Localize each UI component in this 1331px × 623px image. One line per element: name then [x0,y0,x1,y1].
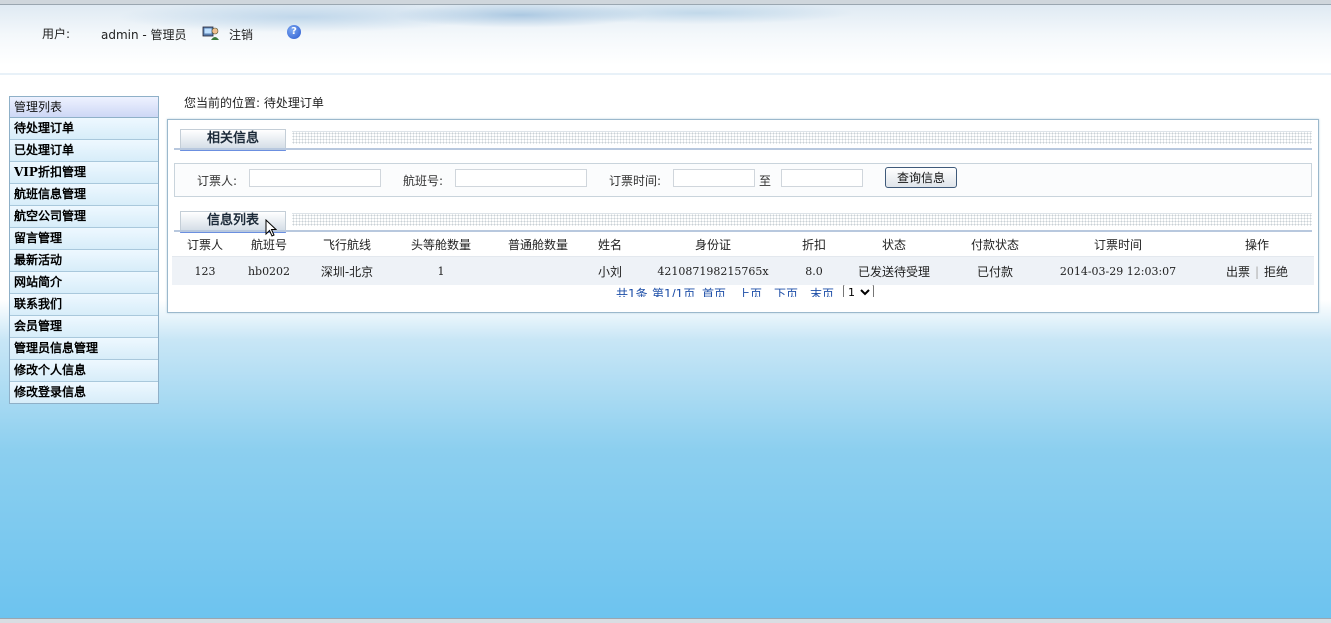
flight-label: 航班号: [403,174,444,188]
col-header: 普通舱数量 [507,237,568,252]
col-header: 飞行航线 [322,237,371,252]
time-to-input[interactable] [781,169,863,187]
col-header: 付款状态 [970,237,1019,252]
cell-route: 深圳-北京 [300,256,394,285]
sidebar-item-activities[interactable]: 最新活动 [10,250,158,272]
cell-actions: 出票 | 拒绝 [1200,256,1314,285]
cell-status: 已发送待受理 [834,256,954,285]
orders-table: 订票人 航班号 飞行航线 头等舱数量 普通舱数量 姓名 身份证 折扣 状态 付款… [172,232,1314,285]
cell-id-card: 421087198215765x [632,256,794,285]
cell-payment: 已付款 [954,256,1036,285]
time-from-input[interactable] [673,169,755,187]
table-header-row: 订票人 航班号 飞行航线 头等舱数量 普通舱数量 姓名 身份证 折扣 状态 付款… [172,232,1314,257]
sidebar-item-pending-orders[interactable]: 待处理订单 [10,118,158,140]
sidebar-item-members[interactable]: 会员管理 [10,316,158,338]
window-bottom-border [0,618,1331,623]
sidebar-item-messages[interactable]: 留言管理 [10,228,158,250]
time-label: 订票时间: [609,174,662,188]
logout-icon[interactable] [202,25,220,41]
pager-total: 共1条 [616,287,648,297]
sidebar-item-vip-discount[interactable]: VIP折扣管理 [10,162,158,184]
cell-discount: 8.0 [794,256,834,285]
booker-label: 订票人: [197,174,238,188]
sidebar-item-flight-info[interactable]: 航班信息管理 [10,184,158,206]
col-header: 订票人 [186,237,223,252]
sidebar-title: 管理列表 [10,97,158,118]
header-divider [0,73,1331,75]
search-section-header: 相关信息 [174,123,1312,151]
sidebar-item-airline[interactable]: 航空公司管理 [10,206,158,228]
pager-first[interactable]: 首页 [702,285,726,297]
help-icon[interactable]: ? [287,25,301,39]
action-separator: | [1254,264,1260,279]
page-header: 用户: admin - 管理员 注销 ? [0,5,1331,73]
main-panel: 相关信息 订票人: 航班号: 订票时间: 至 查询信息 信息列表 订票人 航班号… [167,119,1319,313]
table-row: 123 hb0202 深圳-北京 1 小刘 421087198215765x 8… [172,256,1314,285]
booker-input[interactable] [249,169,381,187]
col-header: 订票时间 [1093,237,1142,252]
section-underline [174,148,1312,150]
col-header: 折扣 [801,237,826,252]
user-name: admin - 管理员 [101,28,187,42]
sidebar-item-contact[interactable]: 联系我们 [10,294,158,316]
reject-link[interactable]: 拒绝 [1264,265,1288,279]
sidebar-item-admins[interactable]: 管理员信息管理 [10,338,158,360]
cell-flight: hb0202 [238,256,300,285]
col-header: 身份证 [694,237,731,252]
cell-name: 小刘 [588,256,632,285]
col-header: 操作 [1244,237,1269,252]
user-label: 用户: [42,27,71,41]
dotted-strip [292,131,1312,144]
logout-link[interactable]: 注销 [229,26,253,43]
pagination: 共1条 第1/1页 首页 上页 下页 末页 1 [616,285,1036,297]
pager-next[interactable]: 下页 [774,285,798,297]
list-section-header: 信息列表 [174,205,1312,233]
pager-prev[interactable]: 上页 [738,285,762,297]
col-header: 头等舱数量 [410,237,471,252]
page-select[interactable]: 1 [843,285,874,297]
sidebar-item-processed-orders[interactable]: 已处理订单 [10,140,158,162]
flight-input[interactable] [455,169,587,187]
pager-page-info: 第1/1页 [652,287,696,297]
cell-first-class: 1 [394,256,488,285]
cell-economy [488,256,588,285]
search-form: 订票人: 航班号: 订票时间: 至 查询信息 [174,163,1312,197]
cell-time: 2014-03-29 12:03:07 [1036,256,1200,285]
sidebar-item-edit-login[interactable]: 修改登录信息 [10,382,158,403]
search-button[interactable]: 查询信息 [885,167,957,188]
col-header: 航班号 [250,237,287,252]
col-header: 状态 [881,237,906,252]
issue-ticket-link[interactable]: 出票 [1226,265,1250,279]
cell-booker: 123 [172,256,238,285]
dotted-strip [292,213,1312,226]
to-label: 至 [759,174,772,188]
sidebar-item-site-intro[interactable]: 网站简介 [10,272,158,294]
pager-last[interactable]: 末页 [810,285,834,297]
sidebar-item-edit-profile[interactable]: 修改个人信息 [10,360,158,382]
sidebar-menu: 管理列表 待处理订单 已处理订单 VIP折扣管理 航班信息管理 航空公司管理 留… [9,96,159,404]
col-header: 姓名 [597,237,622,252]
breadcrumb: 您当前的位置: 待处理订单 [184,96,324,110]
